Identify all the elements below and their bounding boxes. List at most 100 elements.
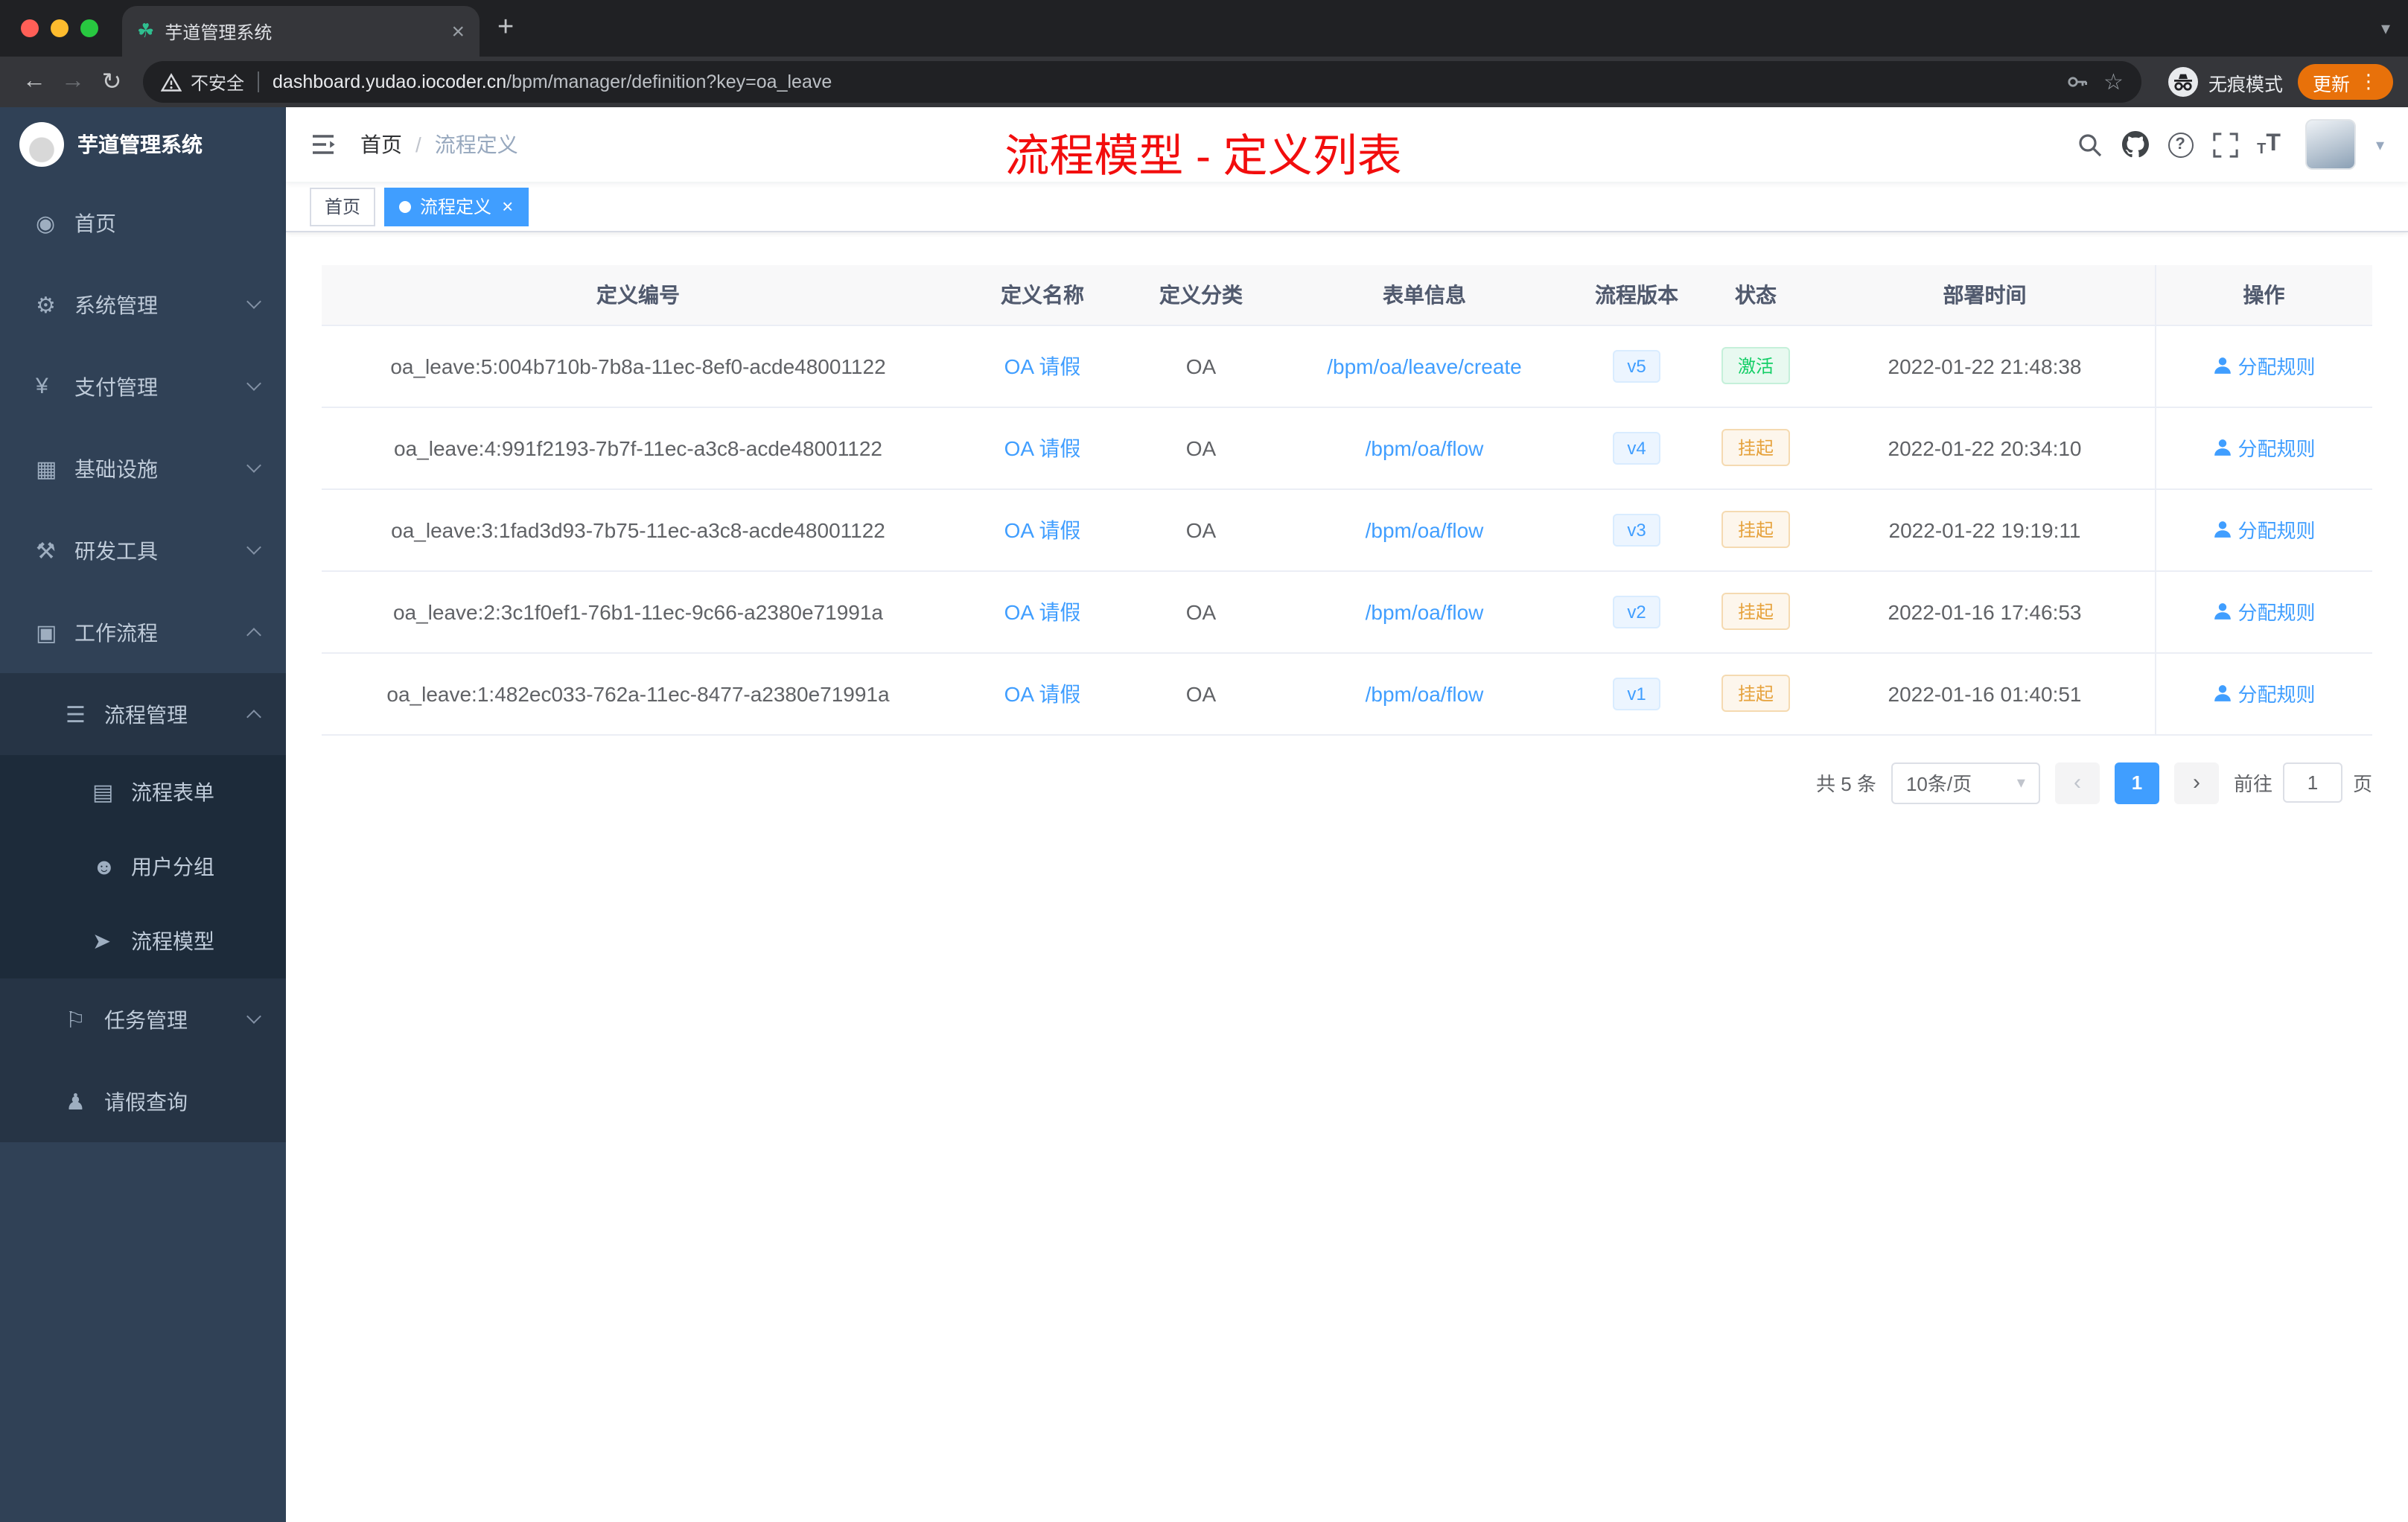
github-icon[interactable] [2121, 131, 2149, 158]
search-icon[interactable] [2077, 132, 2102, 157]
breadcrumb: 首页 / 流程定义 [360, 130, 518, 159]
back-icon[interactable]: ← [15, 69, 54, 95]
assign-rule-link[interactable]: 分配规则 [2212, 515, 2316, 544]
sidebar-logo[interactable]: 芋道管理系统 [0, 107, 286, 182]
definition-name-link[interactable]: OA 请假 [1004, 518, 1081, 541]
address-bar[interactable]: 不安全 dashboard.yudao.iocoder.cn/bpm/manag… [143, 61, 2141, 103]
assign-rule-label: 分配规则 [2237, 684, 2316, 706]
deploy-time-cell: 2022-01-22 19:19:11 [1815, 488, 2155, 571]
tab-search-caret-icon[interactable]: ▾ [2381, 18, 2390, 39]
sidebar-item-home[interactable]: ◉ 首页 [0, 182, 286, 264]
minimize-window-button[interactable] [51, 19, 69, 37]
omnibox-divider [258, 71, 260, 92]
sidebar-item-process-management[interactable]: ☰ 流程管理 [0, 673, 286, 755]
version-tag: v3 [1612, 513, 1661, 546]
sidebar-item-devtools[interactable]: ⚒ 研发工具 [0, 509, 286, 591]
password-key-icon[interactable] [2065, 70, 2089, 94]
page-size-value: 10条/页 [1905, 773, 1972, 795]
sidebar-item-label: 请假查询 [104, 1089, 188, 1113]
sidebar-item-workflow[interactable]: ▣ 工作流程 [0, 591, 286, 673]
form-info-link[interactable]: /bpm/oa/flow [1366, 681, 1484, 705]
sidebar-item-infrastructure[interactable]: ▦ 基础设施 [0, 427, 286, 509]
assign-rule-link[interactable]: 分配规则 [2212, 597, 2316, 625]
assign-rule-link[interactable]: 分配规则 [2212, 433, 2316, 462]
breadcrumb-home[interactable]: 首页 [360, 130, 402, 159]
definition-name-link[interactable]: OA 请假 [1004, 681, 1081, 705]
sidebar-item-system[interactable]: ⚙ 系统管理 [0, 264, 286, 346]
tag-active-label: 流程定义 [420, 197, 492, 217]
goto-page-input[interactable] [2282, 762, 2342, 803]
forward-icon[interactable]: → [54, 69, 92, 95]
active-tag-dot [399, 200, 412, 212]
security-chip[interactable]: 不安全 [161, 69, 244, 95]
table-row: oa_leave:4:991f2193-7b7f-11ec-a3c8-acde4… [322, 407, 2372, 489]
page-size-select[interactable]: 10条/页 ▾ [1891, 762, 2040, 803]
sidebar-item-label: 支付管理 [74, 375, 158, 398]
sidebar-item-process-form[interactable]: ▤ 流程表单 [0, 755, 286, 830]
dashboard-icon: ◉ [36, 211, 56, 236]
fullscreen-icon[interactable] [2212, 132, 2237, 157]
sidebar-item-leave-query[interactable]: ♟ 请假查询 [0, 1060, 286, 1142]
select-caret-icon: ▾ [2016, 774, 2025, 792]
assign-rule-label: 分配规则 [2237, 520, 2316, 542]
category-cell: OA [1130, 407, 1272, 489]
col-process-version: 流程版本 [1577, 265, 1696, 325]
form-info-link[interactable]: /bpm/oa/leave/create [1327, 354, 1522, 378]
avatar-caret-icon[interactable]: ▾ [2376, 135, 2384, 154]
assign-rule-label: 分配规则 [2237, 602, 2316, 624]
status-badge: 挂起 [1721, 593, 1790, 630]
assign-rule-link[interactable]: 分配规则 [2212, 679, 2316, 707]
table-row: oa_leave:1:482ec033-762a-11ec-8477-a2380… [322, 652, 2372, 735]
browser-menu-icon[interactable]: ⋮ [2359, 70, 2378, 94]
version-tag: v2 [1612, 595, 1661, 628]
definition-id-cell: oa_leave:1:482ec033-762a-11ec-8477-a2380… [322, 652, 955, 735]
status-badge: 挂起 [1721, 511, 1790, 548]
reload-icon[interactable]: ↻ [92, 67, 131, 97]
list-icon: ☰ [66, 702, 86, 727]
category-cell: OA [1130, 325, 1272, 407]
bookmark-star-icon[interactable]: ☆ [2103, 69, 2124, 95]
form-info-link[interactable]: /bpm/oa/flow [1366, 436, 1484, 459]
user-avatar[interactable] [2305, 119, 2357, 170]
category-cell: OA [1130, 488, 1272, 571]
menu-fold-icon[interactable] [310, 133, 337, 156]
breadcrumb-current: 流程定义 [434, 133, 518, 156]
pagination: 共 5 条 10条/页 ▾ ‹ 1 › 前往 页 [322, 762, 2372, 803]
next-page-button[interactable]: › [2173, 762, 2219, 803]
zoom-window-button[interactable] [80, 19, 98, 37]
sidebar-item-user-group[interactable]: ☻ 用户分组 [0, 830, 286, 904]
yen-icon: ¥ [36, 374, 48, 399]
definition-name-link[interactable]: OA 请假 [1004, 354, 1081, 378]
font-size-icon[interactable]: TT [2257, 131, 2281, 158]
deploy-time-cell: 2022-01-16 01:40:51 [1815, 652, 2155, 735]
sidebar-item-task-management[interactable]: ⚐ 任务管理 [0, 978, 286, 1060]
browser-toolbar: ← → ↻ 不安全 dashboard.yudao.iocoder.cn/bpm… [0, 57, 2408, 107]
form-info-link[interactable]: /bpm/oa/flow [1366, 518, 1484, 541]
goto-label: 前往 [2233, 773, 2272, 795]
tab-favicon-icon: ☘ [137, 19, 155, 42]
assign-rule-link[interactable]: 分配规则 [2212, 351, 2316, 380]
chevron-up-icon [246, 628, 261, 643]
form-info-link[interactable]: /bpm/oa/flow [1366, 599, 1484, 623]
sidebar-item-process-model[interactable]: ➤ 流程模型 [0, 904, 286, 978]
briefcase-icon: ▣ [36, 620, 57, 646]
new-tab-button[interactable]: + [497, 12, 514, 45]
tag-close-icon[interactable]: × [502, 195, 513, 217]
definition-name-link[interactable]: OA 请假 [1004, 599, 1081, 623]
prev-page-button[interactable]: ‹ [2054, 762, 2100, 803]
close-window-button[interactable] [21, 19, 39, 37]
browser-tab[interactable]: ☘ 芋道管理系统 × [122, 6, 480, 57]
tag-process-definition[interactable]: 流程定义 × [384, 187, 529, 226]
definition-name-link[interactable]: OA 请假 [1004, 436, 1081, 459]
chevron-down-icon [246, 294, 261, 309]
sidebar-item-label: 流程模型 [131, 929, 214, 953]
tag-home[interactable]: 首页 [310, 187, 376, 226]
tags-view-bar: 首页 流程定义 × [286, 182, 2408, 232]
table-row: oa_leave:3:1fad3d93-7b75-11ec-a3c8-acde4… [322, 488, 2372, 571]
tab-close-icon[interactable]: × [451, 19, 465, 44]
help-icon[interactable]: ? [2167, 132, 2194, 157]
table-header-row: 定义编号 定义名称 定义分类 表单信息 流程版本 状态 部署时间 操作 [322, 265, 2372, 325]
sidebar-item-payment[interactable]: ¥ 支付管理 [0, 346, 286, 427]
update-button[interactable]: 更新 ⋮ [2297, 64, 2393, 100]
current-page-button[interactable]: 1 [2114, 762, 2159, 803]
